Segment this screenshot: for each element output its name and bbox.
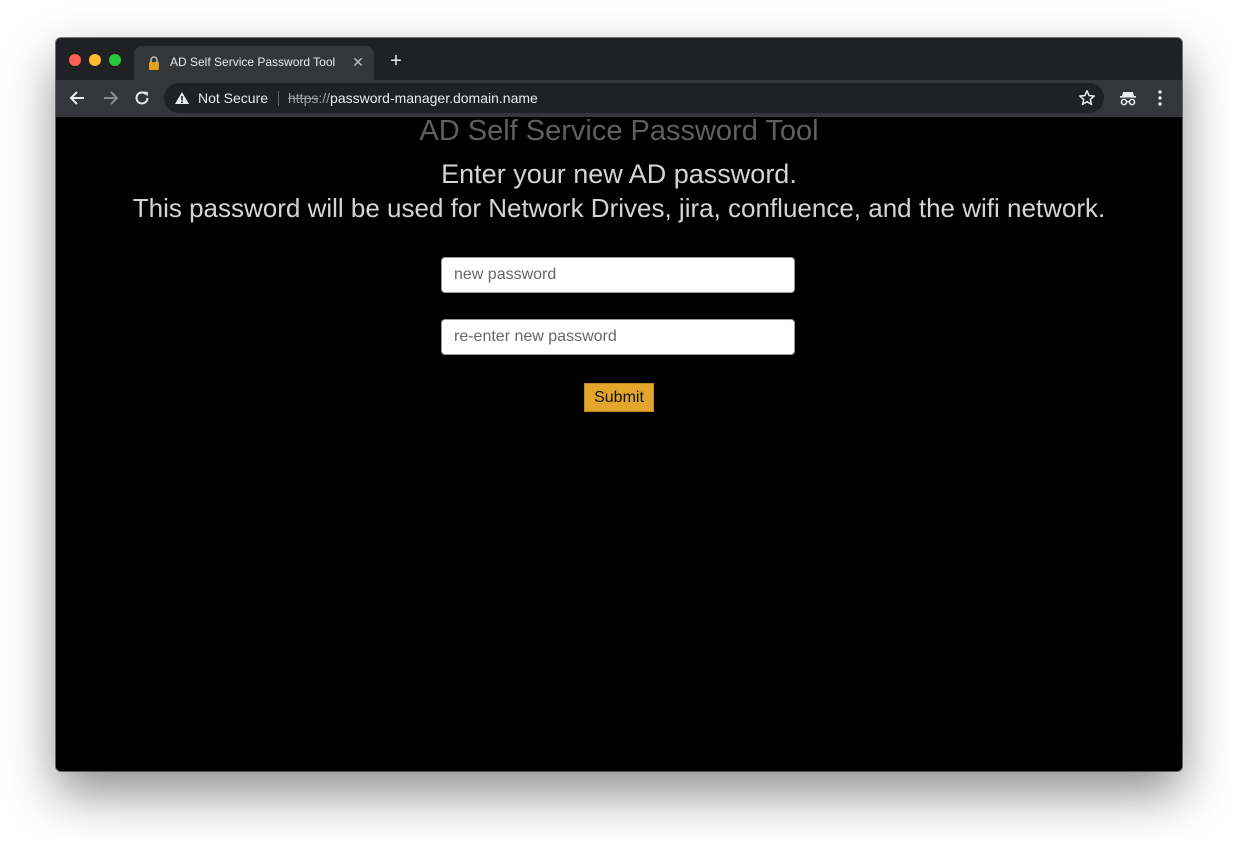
new-password-input[interactable] — [441, 257, 795, 293]
submit-button[interactable]: Submit — [584, 383, 654, 412]
window-minimize-button[interactable] — [89, 54, 101, 66]
forward-arrow-icon[interactable] — [100, 88, 120, 108]
tab-strip: AD Self Service Password Tool ✕ + — [56, 38, 1182, 80]
url-separator: :// — [318, 90, 331, 106]
page-content: AD Self Service Password Tool Enter your… — [56, 115, 1182, 771]
instruction-heading: Enter your new AD password. — [441, 159, 797, 189]
address-separator — [278, 91, 279, 106]
instruction-subheading: This password will be used for Network D… — [132, 193, 1106, 223]
lock-favicon-icon — [149, 56, 159, 70]
tab-title: AD Self Service Password Tool — [170, 55, 336, 69]
url-scheme: https — [288, 90, 319, 106]
browser-window: AD Self Service Password Tool ✕ + Not Se… — [56, 38, 1182, 771]
url-text[interactable]: https://password-manager.domain.name — [288, 90, 538, 106]
star-icon[interactable] — [1078, 89, 1096, 107]
back-arrow-icon[interactable] — [68, 88, 88, 108]
window-maximize-button[interactable] — [109, 54, 121, 66]
security-status-label[interactable]: Not Secure — [198, 90, 268, 106]
address-bar[interactable]: Not Secure https://password-manager.doma… — [164, 83, 1104, 113]
close-icon[interactable]: ✕ — [350, 54, 366, 70]
plus-icon[interactable]: + — [386, 51, 406, 72]
browser-tab[interactable]: AD Self Service Password Tool ✕ — [134, 46, 374, 80]
confirm-password-input[interactable] — [441, 319, 795, 355]
url-host: password-manager.domain.name — [330, 90, 538, 106]
reload-icon[interactable] — [132, 88, 152, 108]
site-title: AD Self Service Password Tool — [419, 115, 819, 147]
browser-toolbar: Not Secure https://password-manager.doma… — [56, 80, 1182, 117]
more-vert-icon[interactable] — [1150, 89, 1170, 107]
warning-icon — [175, 92, 189, 104]
incognito-icon[interactable] — [1118, 89, 1138, 107]
window-close-button[interactable] — [69, 54, 81, 66]
